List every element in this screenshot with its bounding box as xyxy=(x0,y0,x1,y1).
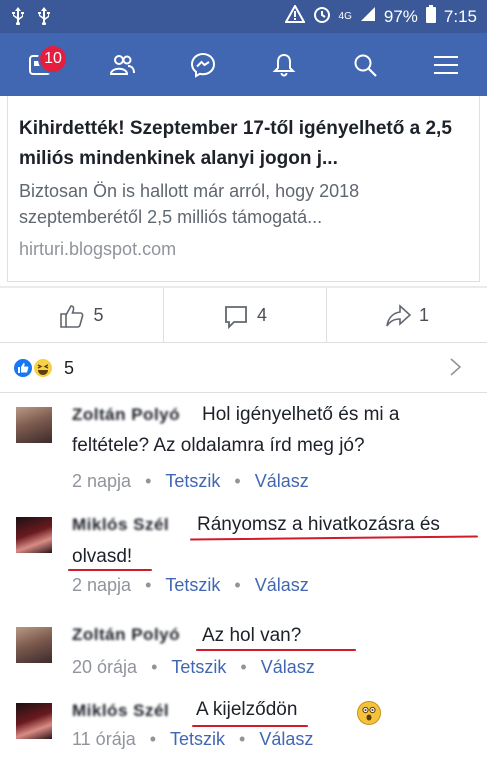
commenter-name[interactable]: Zoltán Polyó xyxy=(72,405,180,425)
network-type: 4G xyxy=(338,11,352,22)
link-title[interactable]: Kihirdették! Szeptember 17-től igényelhe… xyxy=(19,114,469,174)
commenter-name[interactable]: Miklós Szél xyxy=(72,701,169,721)
share-icon xyxy=(386,303,411,326)
comment-count: 4 xyxy=(256,305,267,325)
like-comment-link[interactable]: Tetszik xyxy=(171,657,226,678)
friends-tab[interactable] xyxy=(107,51,137,79)
separator: • xyxy=(234,471,241,491)
comment-icon xyxy=(225,305,247,329)
comment-meta: 2 napja • Tetszik • Válasz xyxy=(72,471,309,492)
avatar[interactable] xyxy=(16,703,52,739)
comment-time: 20 órája xyxy=(72,657,138,677)
warning-icon xyxy=(283,3,306,28)
signal-icon xyxy=(360,6,376,27)
separator: • xyxy=(145,471,152,491)
red-underline xyxy=(192,725,308,727)
reply-link[interactable]: Válasz xyxy=(255,575,309,596)
separator: • xyxy=(145,575,152,595)
menu-tab[interactable] xyxy=(431,51,461,79)
commenter-name[interactable]: Zoltán Polyó xyxy=(72,625,180,645)
like-button[interactable]: 5 xyxy=(0,288,163,343)
separator: • xyxy=(240,657,247,677)
comment-meta: 11 órája • Tetszik • Válasz xyxy=(72,729,313,750)
separator: • xyxy=(239,729,246,749)
reply-link[interactable]: Válasz xyxy=(261,657,315,678)
share-count: 1 xyxy=(418,305,429,325)
like-reaction-icon xyxy=(12,357,34,379)
comment-text: Hol igényelhető és mi a xyxy=(202,404,400,425)
search-icon xyxy=(354,54,377,77)
search-tab[interactable] xyxy=(350,51,380,79)
link-preview-card[interactable]: Kihirdették! Szeptember 17-től igényelhe… xyxy=(7,96,480,282)
like-comment-link[interactable]: Tetszik xyxy=(170,729,225,750)
reply-link[interactable]: Válasz xyxy=(259,729,313,750)
usb-icon xyxy=(38,7,50,28)
reactions-row[interactable]: 5 xyxy=(0,343,487,393)
separator: • xyxy=(151,657,158,677)
like-comment-link[interactable]: Tetszik xyxy=(165,471,220,492)
commenter-name[interactable]: Miklós Szél xyxy=(72,515,169,535)
usb-icon xyxy=(12,7,24,28)
red-underline xyxy=(196,649,356,651)
avatar[interactable] xyxy=(16,407,52,443)
separator: • xyxy=(234,575,241,595)
avatar[interactable] xyxy=(16,517,52,553)
comment-text: olvasd! xyxy=(72,546,133,567)
comment-text: feltétele? Az oldalamra írd meg jó? xyxy=(72,435,365,456)
post-body: Kihirdették! Szeptember 17-től igényelhe… xyxy=(0,96,487,286)
comment-button[interactable]: 4 xyxy=(164,288,326,343)
like-comment-link[interactable]: Tetszik xyxy=(165,575,220,596)
like-count: 5 xyxy=(93,305,104,325)
reaction-count: 5 xyxy=(64,358,75,378)
battery-percent: 97% xyxy=(383,6,418,26)
comment-meta: 2 napja • Tetszik • Válasz xyxy=(72,575,309,596)
separator: • xyxy=(149,729,157,749)
reply-link[interactable]: Válasz xyxy=(255,471,309,492)
clock: 7:15 xyxy=(443,6,477,26)
menu-icon xyxy=(434,56,458,74)
alarm-icon xyxy=(313,5,331,28)
comment-text: Az hol van? xyxy=(202,625,302,646)
link-domain: hirturi.blogspot.com xyxy=(19,239,177,259)
top-nav-bar: 10 xyxy=(0,33,487,96)
haha-reaction-icon xyxy=(32,357,54,379)
messenger-icon xyxy=(190,52,216,78)
share-button[interactable]: 1 xyxy=(327,288,487,343)
comment-time: 11 órája xyxy=(72,729,136,749)
comments-list: Zoltán Polyó Hol igényelhető és mi a fel… xyxy=(0,393,487,776)
chevron-right-icon[interactable] xyxy=(449,357,463,377)
comment-text: A kijelződön xyxy=(196,699,298,720)
notifications-tab[interactable] xyxy=(269,51,299,79)
red-underline xyxy=(68,569,152,571)
comment-time: 2 napja xyxy=(72,471,132,491)
battery-icon xyxy=(425,5,436,28)
status-bar: 4G 97% 7:15 xyxy=(0,0,487,33)
shocked-emoji-icon xyxy=(357,701,381,725)
notification-badge: 10 xyxy=(38,44,68,74)
comment-time: 2 napja xyxy=(72,575,132,595)
post-actions: 5 4 1 xyxy=(0,288,487,343)
friends-icon xyxy=(109,55,135,75)
comment-meta: 20 órája • Tetszik • Válasz xyxy=(72,657,315,678)
avatar[interactable] xyxy=(16,627,52,663)
thumbs-up-icon xyxy=(60,304,84,328)
link-description: Biztosan Ön is hallott már arról, hogy 2… xyxy=(19,181,360,227)
bell-icon xyxy=(272,53,296,77)
messenger-tab[interactable] xyxy=(188,51,218,79)
